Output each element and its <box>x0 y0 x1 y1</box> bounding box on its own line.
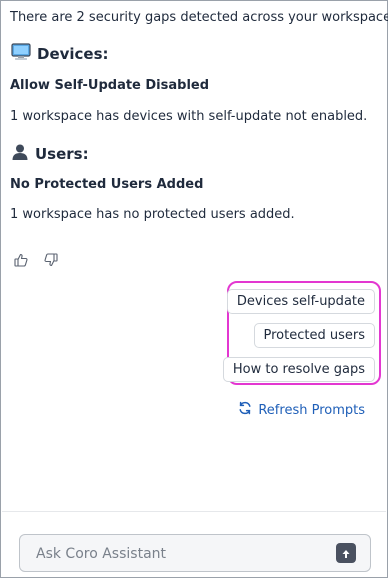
arrow-up-icon <box>341 544 351 563</box>
feedback-controls <box>14 253 58 267</box>
users-issue-title: No Protected Users Added <box>10 177 204 192</box>
thumbs-up-icon[interactable] <box>14 253 28 267</box>
refresh-prompts-label: Refresh Prompts <box>258 402 365 418</box>
prompt-how-to-resolve-gaps[interactable]: How to resolve gaps <box>222 357 375 382</box>
devices-section-title: Devices: <box>37 45 109 63</box>
devices-section-header: Devices: <box>11 43 109 65</box>
users-section-title: Users: <box>35 145 89 163</box>
devices-issue-title: Allow Self-Update Disabled <box>10 78 210 93</box>
thumbs-down-icon[interactable] <box>44 253 58 267</box>
user-silhouette-icon <box>11 143 29 165</box>
users-section-header: Users: <box>11 143 89 165</box>
users-issue-detail: 1 workspace has no protected users added… <box>10 207 295 222</box>
prompt-protected-users[interactable]: Protected users <box>253 323 375 348</box>
computer-monitor-icon <box>11 43 31 65</box>
ask-input[interactable] <box>34 535 328 573</box>
send-button[interactable] <box>336 543 356 563</box>
refresh-icon <box>238 401 252 419</box>
assistant-panel: There are 2 security gaps detected acros… <box>0 0 388 578</box>
refresh-prompts-link[interactable]: Refresh Prompts <box>238 401 365 419</box>
intro-text: There are 2 security gaps detected acros… <box>10 10 388 25</box>
prompt-devices-self-update[interactable]: Devices self-update <box>226 289 375 314</box>
composer <box>19 534 371 573</box>
devices-issue-detail: 1 workspace has devices with self-update… <box>10 109 368 124</box>
composer-divider <box>2 511 386 512</box>
